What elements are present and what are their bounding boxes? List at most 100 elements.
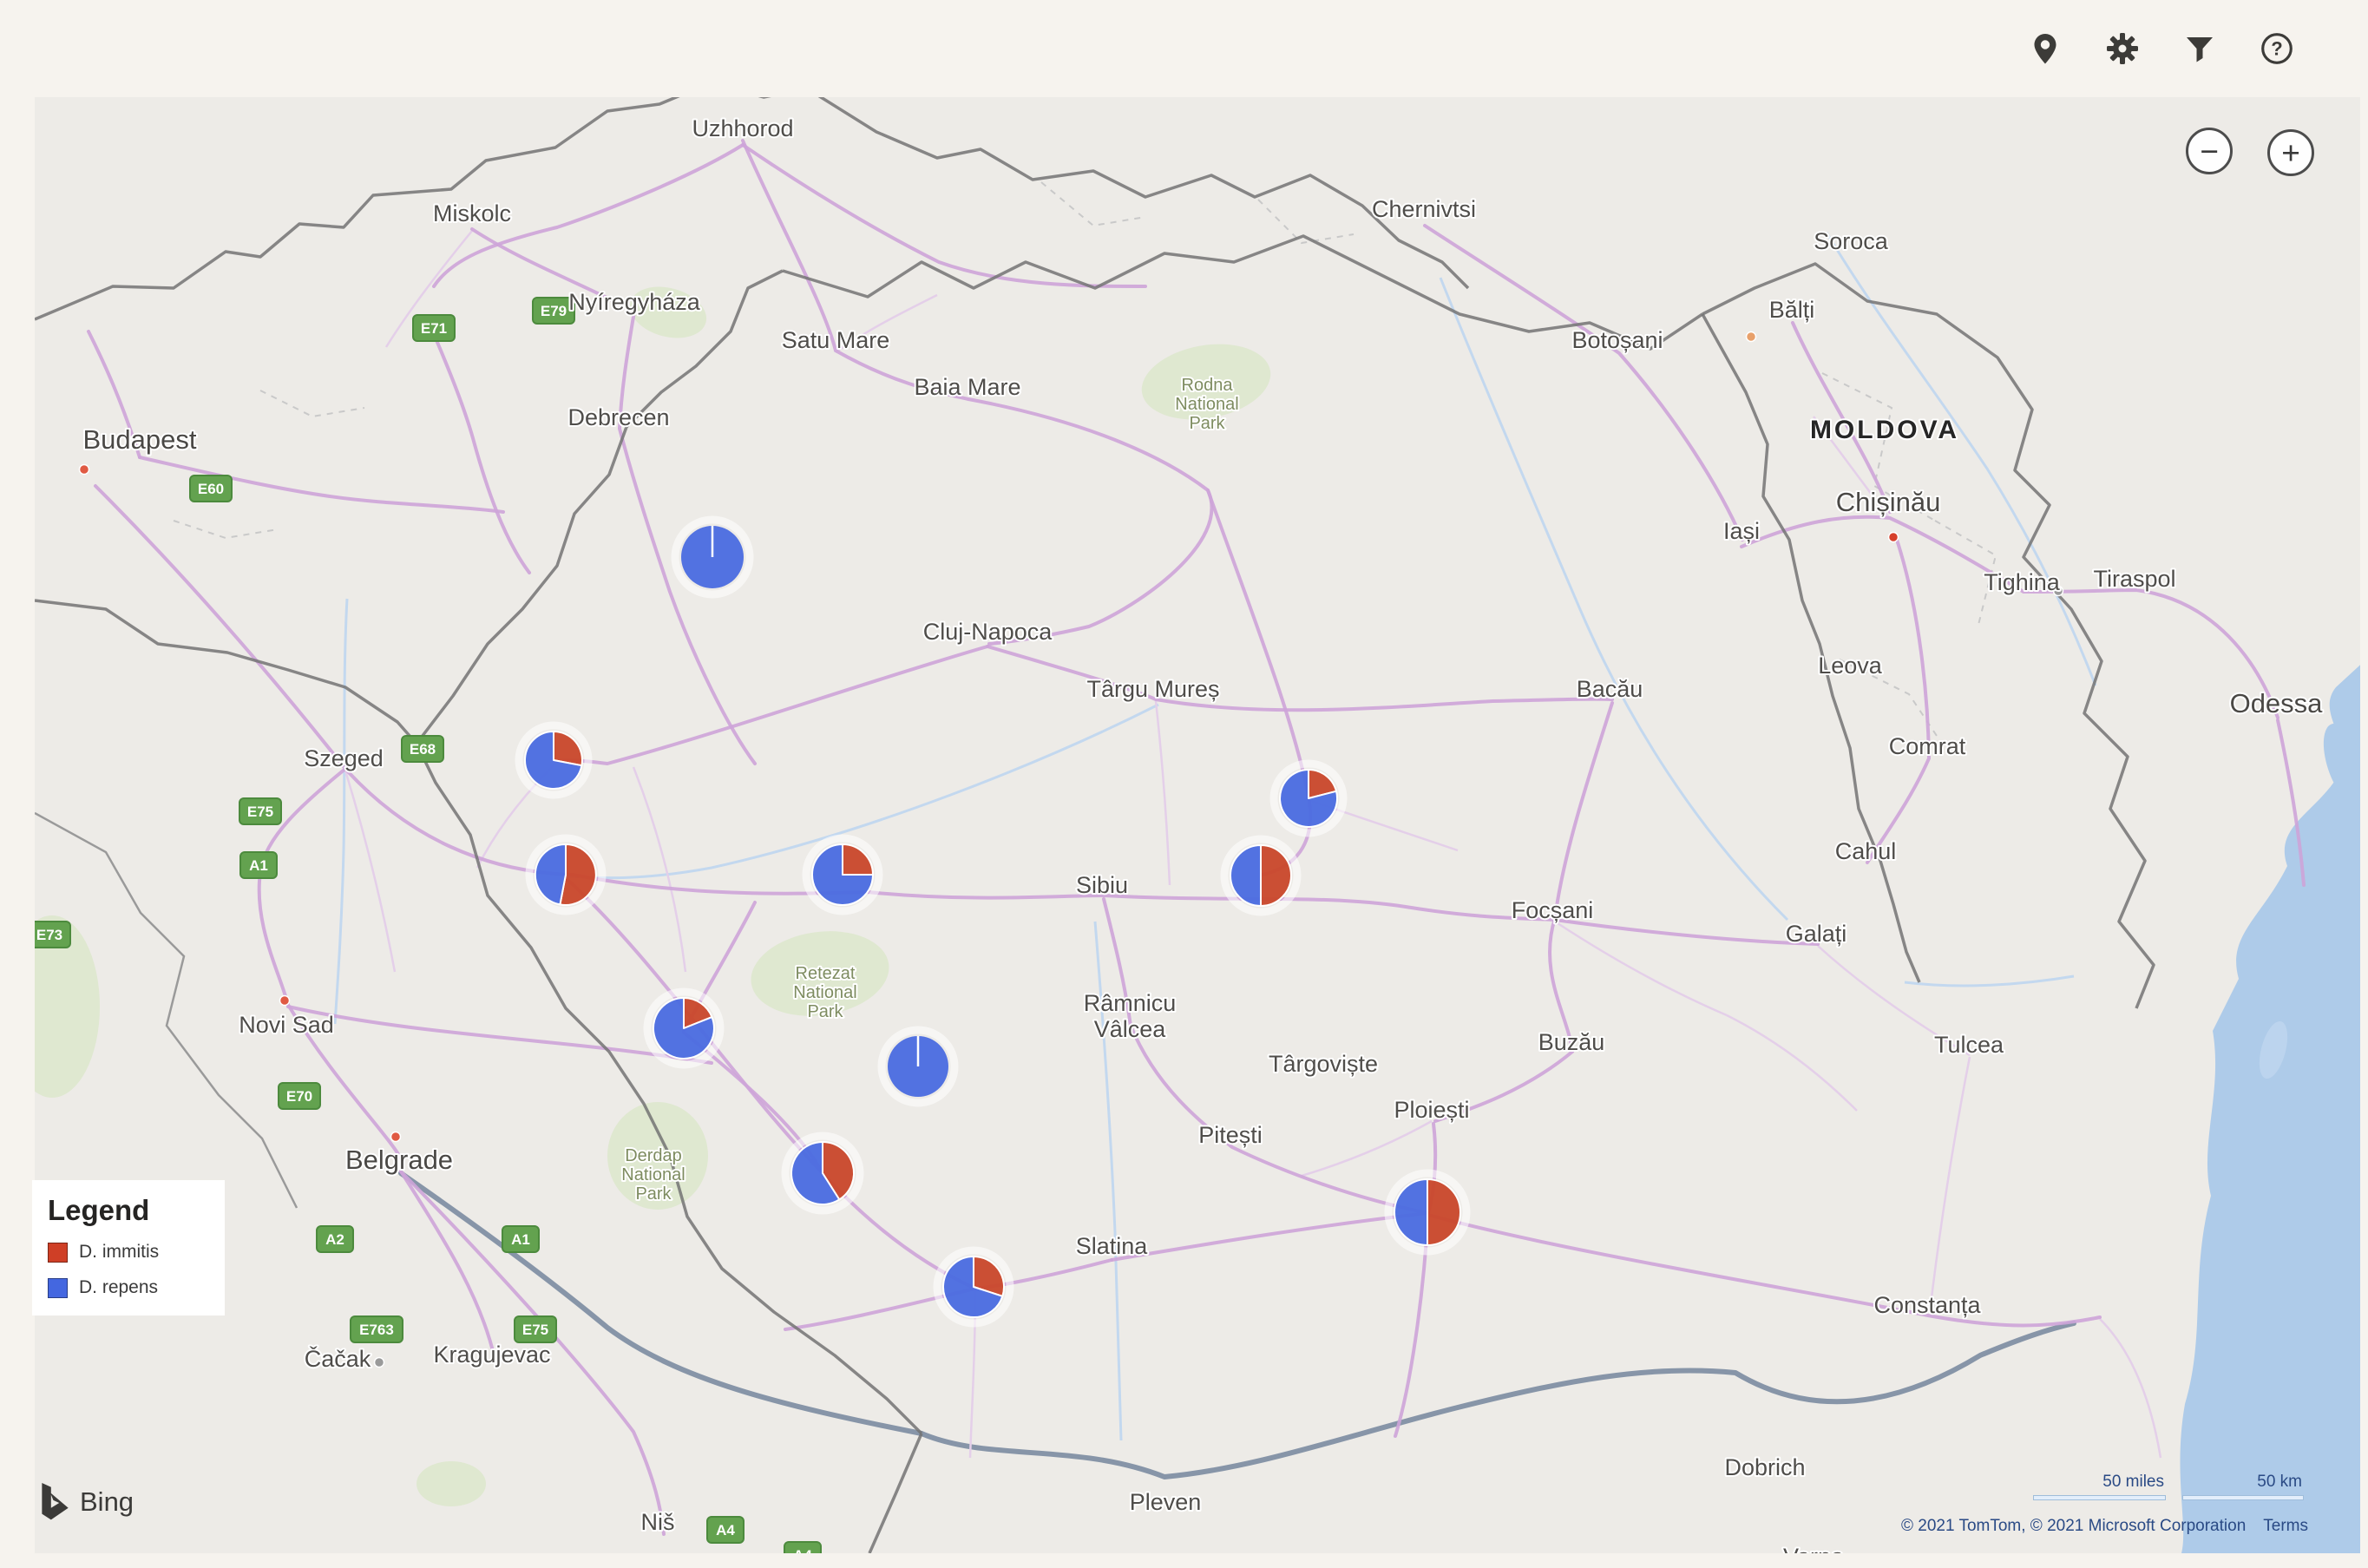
map-label: Iași [1723,518,1760,544]
legend-swatch [48,1243,68,1263]
map-label: Pleven [1130,1489,1202,1515]
map-label: Buzău [1538,1029,1605,1055]
legend-item-label: D. immitis [79,1242,159,1263]
legend-item[interactable]: D. immitis [48,1242,209,1263]
road-shield: E68 [402,736,443,762]
focus-pin-button[interactable] [2027,30,2063,67]
map-label: Sibiu [1076,872,1128,898]
svg-text:E70: E70 [286,1088,312,1105]
help-button[interactable]: ? [2259,30,2295,67]
gear-icon [2105,31,2140,66]
pie-chart[interactable] [647,992,720,1065]
svg-text:A2: A2 [325,1231,344,1248]
map-label: Chernivtsi [1372,196,1476,222]
road-shield: A2 [317,1226,353,1252]
svg-text:E71: E71 [421,320,447,337]
settings-button[interactable] [2104,30,2141,67]
pie-chart[interactable] [519,725,588,795]
map-label: Chișinău [1836,487,1941,517]
map-label: Baia Mare [914,374,1020,400]
city-dot [80,465,89,475]
map-label: Botoșani [1571,327,1663,353]
map-label: Budapest [83,424,197,455]
legend-title: Legend [48,1194,209,1227]
zoom-out-button[interactable]: − [2186,128,2233,174]
svg-text:E75: E75 [247,804,273,820]
location-pin-icon [2028,31,2063,66]
road-shield: E71 [413,315,455,341]
scale-km-label: 50 km [2257,1473,2304,1492]
pie-chart[interactable] [937,1250,1010,1323]
pie-chart[interactable] [785,1136,860,1210]
map-label: Varna [1783,1544,1845,1568]
map-label: RâmnicuVâlcea [1084,990,1177,1042]
road-shield: A4 [784,1542,821,1568]
map-label: Târgu Mureș [1086,676,1219,702]
map-label: Miskolc [433,200,511,226]
map-label: Galați [1786,921,1847,947]
svg-text:E763: E763 [359,1322,394,1338]
road-shield: E73 [29,922,70,948]
legend-item-label: D. repens [79,1277,158,1298]
city-dot [391,1132,401,1142]
terms-link[interactable]: Terms [2263,1517,2308,1535]
svg-text:A1: A1 [249,857,268,874]
pie-chart[interactable] [529,838,602,911]
city-dot [375,1358,384,1368]
pie-chart[interactable] [675,520,750,594]
map-label: Cluj-Napoca [923,619,1053,645]
pie-chart[interactable] [882,1030,954,1103]
map-canvas[interactable]: E71 E79 E60 E68 E75 A1 E73 E70 A2 A1 E76… [0,0,2368,1568]
road-shield: E70 [279,1083,320,1109]
filter-button[interactable] [2181,30,2218,67]
map-label: Constanța [1873,1292,1981,1318]
zoom-in-button[interactable]: + [2267,129,2314,176]
road-shield: E75 [239,798,281,824]
city-dot [1889,533,1899,542]
svg-text:A1: A1 [511,1231,530,1248]
bing-label: Bing [80,1486,134,1518]
map-label: Szeged [304,745,384,771]
city-dot [1747,332,1756,342]
funnel-icon [2182,31,2217,66]
map-scale: 50 miles 50 km [2033,1473,2304,1500]
map-label: Niš [641,1509,675,1535]
map-label: Debrecen [567,404,669,430]
svg-text:E60: E60 [198,481,224,497]
road-shield: A1 [240,852,277,878]
legend-box: Legend D. immitis D. repens [32,1180,225,1315]
map-label: Cahul [1835,838,1897,864]
map-label: Belgrade [345,1145,453,1175]
pie-chart[interactable] [806,838,879,911]
map-label: Tighina [1984,569,2061,595]
svg-text:E68: E68 [410,741,436,758]
legend-item[interactable]: D. repens [48,1277,209,1298]
map-label: Novi Sad [239,1012,334,1038]
map-label: Focșani [1512,897,1594,923]
map-label: Kragujevac [433,1342,550,1368]
copyright-text: © 2021 TomTom, © 2021 Microsoft Corporat… [1901,1517,2246,1535]
pie-chart[interactable] [1224,839,1297,912]
map-label: Dobrich [1724,1454,1805,1480]
road-shield: A1 [502,1226,539,1252]
pie-chart[interactable] [1388,1173,1466,1251]
map-label: Bacău [1577,676,1643,702]
map-label: Ploiești [1394,1097,1469,1123]
svg-text:A4: A4 [716,1522,735,1538]
bing-logo[interactable]: Bing [36,1482,134,1522]
svg-text:E79: E79 [541,303,567,319]
map-label: Uzhhorod [692,115,793,141]
bing-icon [36,1482,73,1522]
road-shield: E75 [515,1316,556,1342]
map-label: Pitești [1198,1122,1263,1148]
map-label: Nyíregyháza [568,289,701,315]
pie-chart[interactable] [1274,764,1343,833]
svg-text:?: ? [2271,37,2282,59]
map-label: Satu Mare [782,327,890,353]
road-shield: E60 [190,476,232,502]
map-label: Slatina [1076,1233,1149,1259]
visual-toolbar: ? [0,0,2368,97]
map-label: Bălți [1769,297,1815,323]
legend-swatch [48,1278,68,1298]
svg-text:E75: E75 [522,1322,548,1338]
